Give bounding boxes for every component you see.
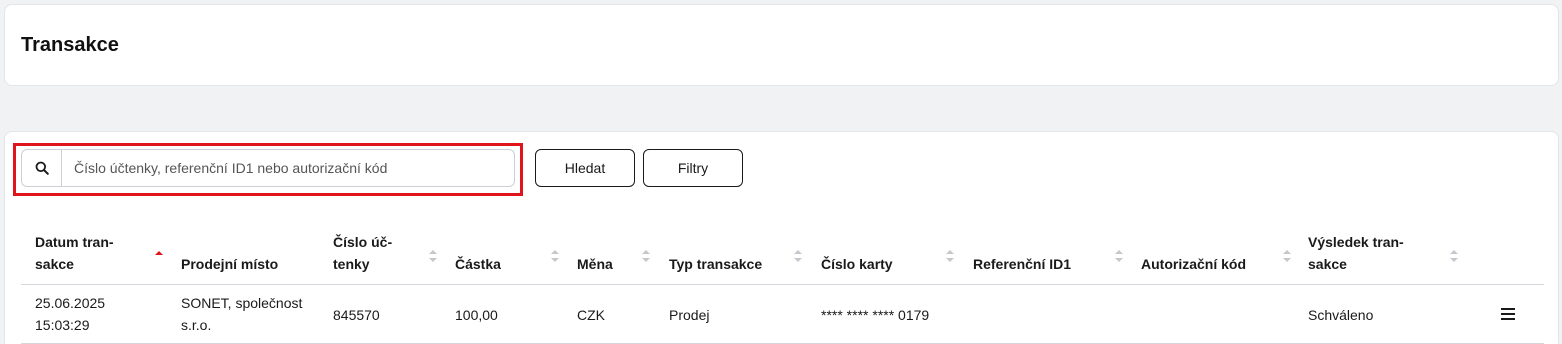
transactions-card: Hledat Filtry Datum tran- sakce Prodejní… [4, 131, 1559, 344]
cell-pos-value: SONET, společnost [181, 295, 303, 311]
sort-icon[interactable] [1450, 249, 1458, 263]
column-header-label: Číslo karty [821, 256, 893, 272]
column-header-label: Částka [455, 256, 501, 272]
cell-date: 25.06.2025 15:03:29 [35, 292, 105, 336]
column-header-auth-code[interactable]: Autorizační kód [1141, 253, 1246, 275]
column-header-result[interactable]: Výsledek tran- sakce [1308, 231, 1404, 275]
column-header-amount[interactable]: Částka [455, 253, 501, 275]
column-header-label: sakce [35, 256, 74, 272]
sort-icon[interactable] [1283, 249, 1291, 263]
column-header-type[interactable]: Typ transakce [669, 253, 762, 275]
column-header-currency[interactable]: Měna [577, 253, 613, 275]
cell-card: **** **** **** 0179 [821, 307, 930, 323]
table-row[interactable]: 25.06.2025 15:03:29 SONET, společnost s.… [21, 286, 1544, 344]
search-field [21, 149, 515, 187]
cell-receipt: 845570 [333, 307, 380, 323]
column-header-ref-id[interactable]: Referenční ID1 [973, 253, 1071, 275]
cell-currency: CZK [577, 307, 605, 323]
column-header-card[interactable]: Číslo karty [821, 253, 893, 275]
column-header-label: Prodejní místo [181, 256, 279, 272]
sort-ascending-icon[interactable] [155, 249, 163, 263]
sort-icon[interactable] [429, 249, 437, 263]
column-header-label: Autorizační kód [1141, 256, 1247, 272]
column-header-label: Typ transakce [669, 256, 763, 272]
column-header-label: Referenční ID1 [973, 256, 1072, 272]
column-header-label: Číslo úč- [333, 234, 393, 250]
cell-type: Prodej [669, 307, 710, 323]
sort-icon[interactable] [1115, 249, 1123, 263]
column-header-receipt[interactable]: Číslo úč- tenky [333, 231, 392, 275]
cell-pos-value: s.r.o. [181, 317, 212, 333]
cell-time-value: 15:03:29 [35, 317, 90, 333]
search-button[interactable]: Hledat [535, 149, 635, 187]
column-header-label: Výsledek tran- [1308, 234, 1404, 250]
sort-icon[interactable] [794, 249, 802, 263]
column-header-label: tenky [333, 256, 370, 272]
sort-icon[interactable] [551, 249, 559, 263]
column-header-label: sakce [1308, 256, 1347, 272]
page-header-card: Transakce [4, 4, 1559, 86]
cell-amount: 100,00 [455, 307, 498, 323]
column-header-label: Měna [577, 256, 613, 272]
column-header-date[interactable]: Datum tran- sakce [35, 231, 114, 275]
cell-result: Schváleno [1308, 307, 1374, 323]
search-input[interactable] [62, 150, 514, 186]
column-header-label: Datum tran- [35, 234, 114, 250]
cell-date-value: 25.06.2025 [35, 295, 106, 311]
menu-icon[interactable] [1501, 308, 1515, 320]
cell-pos: SONET, společnost s.r.o. [181, 292, 302, 336]
column-header-pos: Prodejní místo [181, 253, 278, 275]
page-title: Transakce [21, 34, 119, 56]
search-icon[interactable] [22, 150, 62, 186]
filter-button[interactable]: Filtry [643, 149, 743, 187]
table-header: Datum tran- sakce Prodejní místo Číslo ú… [21, 228, 1544, 285]
sort-icon[interactable] [946, 249, 954, 263]
sort-icon[interactable] [642, 249, 650, 263]
